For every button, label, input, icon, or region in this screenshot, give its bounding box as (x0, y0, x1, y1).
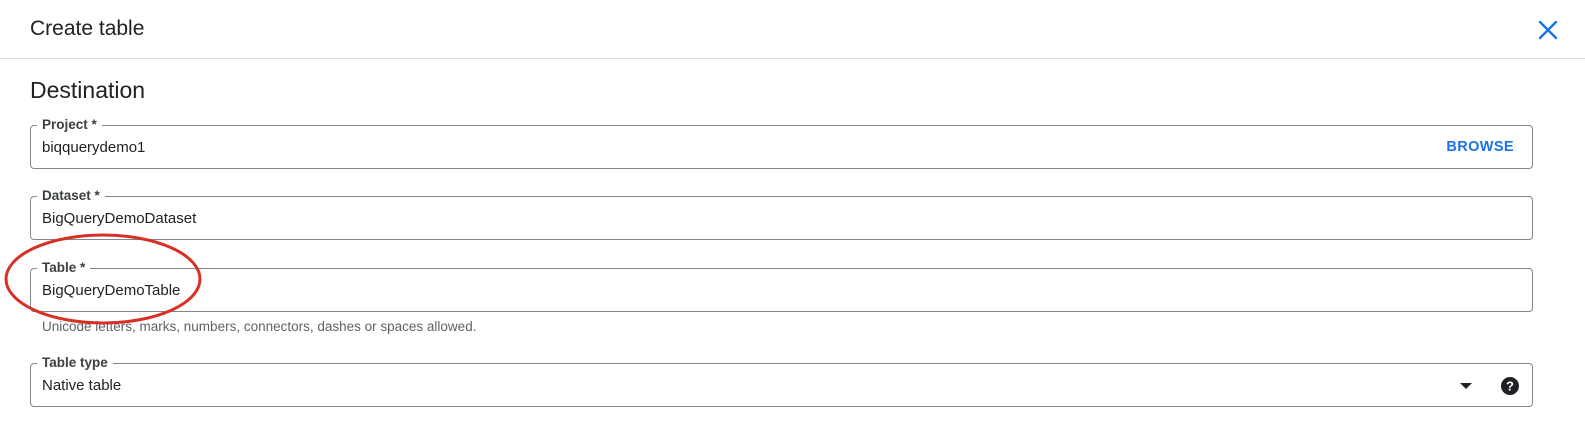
dialog-title: Create table (30, 17, 145, 40)
table-name-field-value: BigQueryDemoTable (42, 282, 181, 299)
dataset-field-value: BigQueryDemoDataset (42, 210, 197, 227)
close-icon (1538, 20, 1558, 40)
svg-text:?: ? (1506, 379, 1514, 394)
chevron-down-icon[interactable] (1458, 381, 1474, 391)
project-field-value: biqquerydemo1 (42, 139, 146, 156)
table-type-label: Table type (37, 354, 113, 372)
dataset-field-label: Dataset * (37, 187, 105, 205)
section-title: Destination (30, 77, 146, 103)
close-button[interactable] (1534, 16, 1562, 44)
project-field[interactable]: Project * biqquerydemo1 BROWSE (30, 116, 1533, 169)
help-icon[interactable]: ? (1500, 376, 1520, 396)
dataset-field[interactable]: Dataset * BigQueryDemoDataset (30, 187, 1533, 240)
browse-button[interactable]: BROWSE (1446, 137, 1514, 157)
dialog-header: Create table (0, 0, 1585, 59)
table-name-hint: Unicode letters, marks, numbers, connect… (42, 319, 477, 334)
project-field-label: Project * (37, 116, 102, 134)
table-type-select[interactable]: Table type Native table ? (30, 354, 1533, 407)
table-type-value: Native table (42, 377, 122, 394)
table-name-field[interactable]: Table * BigQueryDemoTable (30, 259, 1533, 312)
table-name-field-label: Table * (37, 259, 91, 277)
